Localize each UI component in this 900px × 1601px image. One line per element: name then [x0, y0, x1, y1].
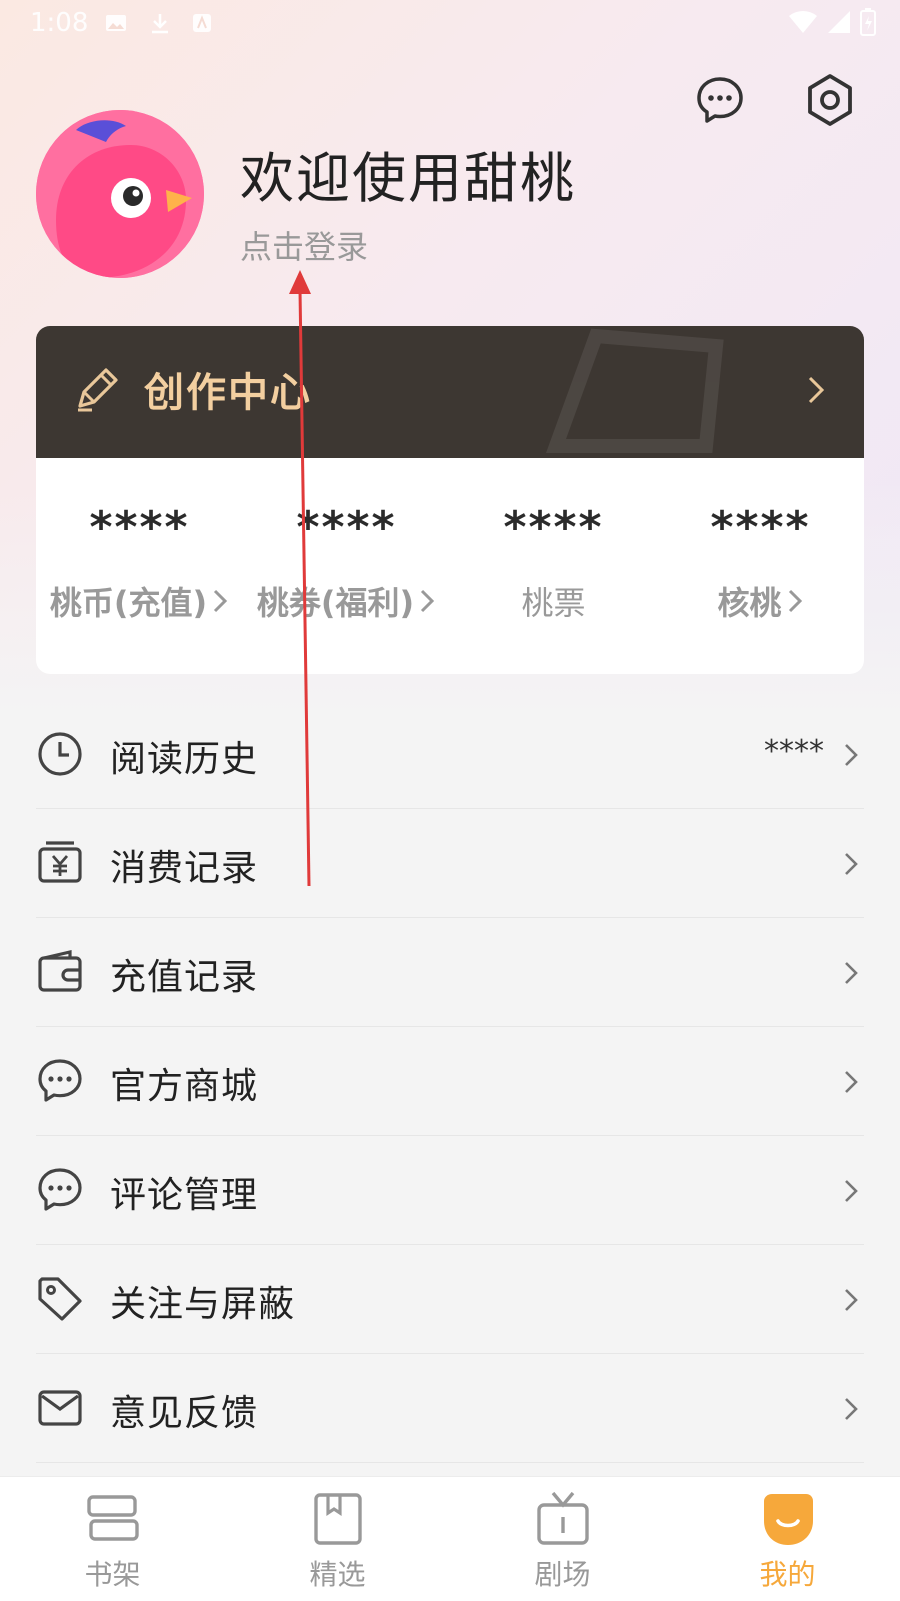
- menu-item-consumption-records[interactable]: 消费记录: [36, 809, 864, 918]
- download-notification-icon: [152, 14, 168, 34]
- app-notification-icon: [193, 14, 211, 32]
- pen-watermark-icon: [546, 328, 724, 453]
- gear-icon: [808, 74, 852, 126]
- chevron-right-icon: [845, 1071, 858, 1093]
- tab-label: 我的: [759, 1558, 816, 1591]
- menu-label: 充值记录: [110, 957, 259, 998]
- stat-peach-ticket: **** 桃票: [450, 458, 657, 674]
- menu-label: 意见反馈: [110, 1393, 259, 1434]
- stat-label: 核桃: [717, 584, 782, 622]
- menu-item-comment-management[interactable]: 评论管理: [36, 1136, 864, 1245]
- tab-label: 剧场: [534, 1558, 591, 1591]
- wallet-icon: [38, 949, 82, 992]
- wifi-icon: [789, 10, 817, 33]
- chevron-right-icon: [845, 853, 858, 875]
- tab-label: 书架: [84, 1558, 141, 1591]
- tab-mine[interactable]: 我的: [675, 1477, 900, 1601]
- tab-theater[interactable]: 剧场: [450, 1477, 675, 1601]
- stat-value: ****: [296, 502, 397, 553]
- mail-icon: [38, 1390, 82, 1426]
- stat-label: 桃票: [521, 584, 586, 622]
- chevron-right-icon: [214, 589, 228, 613]
- pen-edit-icon: [78, 368, 118, 412]
- signal-icon: [828, 11, 850, 33]
- menu-item-reading-history[interactable]: 阅读历史 ****: [36, 700, 864, 809]
- bird-mascot-icon: [36, 110, 204, 278]
- menu-item-follow-and-block[interactable]: 关注与屏蔽: [36, 1245, 864, 1354]
- chat-bubble-icon: [38, 1059, 82, 1102]
- menu-list: 阅读历史 **** 消费记录 充值记录 官方商城 评论管理 关注与屏蔽 意见反馈: [36, 700, 864, 1463]
- menu-label: 评论管理: [110, 1175, 259, 1216]
- chevron-right-icon: [808, 376, 825, 404]
- status-time: 1:08: [30, 8, 89, 38]
- chevron-right-icon: [421, 589, 435, 613]
- menu-item-official-store[interactable]: 官方商城: [36, 1027, 864, 1136]
- clock-icon: [38, 732, 82, 776]
- book-icon: [313, 1493, 362, 1545]
- chevron-right-icon: [845, 1180, 858, 1202]
- stat-value: ****: [503, 502, 604, 553]
- chevron-right-icon: [845, 962, 858, 984]
- stat-label: 桃币(充值): [49, 584, 208, 622]
- settings-button[interactable]: [800, 70, 860, 130]
- stat-peach-coupon[interactable]: **** 桃券(福利): [243, 458, 450, 674]
- tv-icon: [536, 1491, 589, 1545]
- smile-face-icon: [763, 1494, 813, 1545]
- tag-icon: [38, 1277, 82, 1321]
- creation-center-banner[interactable]: 创作中心: [36, 326, 864, 458]
- battery-icon: [860, 8, 876, 36]
- wallet-stats: **** 桃币(充值) **** 桃券(福利) **** 桃票 **** 核桃: [36, 458, 864, 674]
- message-icon: [697, 77, 743, 123]
- avatar[interactable]: [36, 110, 204, 278]
- menu-label: 关注与屏蔽: [110, 1284, 296, 1325]
- menu-item-feedback[interactable]: 意见反馈: [36, 1354, 864, 1463]
- stat-value: ****: [710, 502, 811, 553]
- bookshelf-icon: [86, 1495, 139, 1541]
- message-button[interactable]: [690, 70, 750, 130]
- menu-label: 消费记录: [110, 848, 259, 889]
- yen-receipt-icon: [38, 841, 82, 883]
- stat-peach-coin[interactable]: **** 桃币(充值): [36, 458, 243, 674]
- chevron-right-icon: [845, 1398, 858, 1420]
- image-notification-icon: [106, 15, 126, 31]
- tab-label: 精选: [309, 1558, 366, 1591]
- chevron-right-icon: [845, 744, 858, 766]
- chevron-right-icon: [845, 1289, 858, 1311]
- creation-center-title: 创作中心: [144, 370, 312, 416]
- stat-value: ****: [89, 502, 190, 553]
- menu-label: 阅读历史: [110, 739, 259, 780]
- comment-icon: [38, 1168, 82, 1211]
- menu-item-recharge-records[interactable]: 充值记录: [36, 918, 864, 1027]
- stat-walnut[interactable]: **** 核桃: [657, 458, 864, 674]
- login-link[interactable]: 点击登录: [240, 222, 368, 268]
- stat-label: 桃券(福利): [256, 584, 415, 622]
- menu-label: 官方商城: [110, 1066, 259, 1107]
- tab-featured[interactable]: 精选: [225, 1477, 450, 1601]
- status-bar: 1:08: [0, 0, 900, 48]
- tab-bookshelf[interactable]: 书架: [0, 1477, 225, 1601]
- welcome-title: 欢迎使用甜桃: [240, 147, 576, 210]
- bottom-nav: 书架 精选 剧场 我的: [0, 1476, 900, 1601]
- menu-value: ****: [764, 734, 824, 769]
- chevron-right-icon: [788, 589, 802, 613]
